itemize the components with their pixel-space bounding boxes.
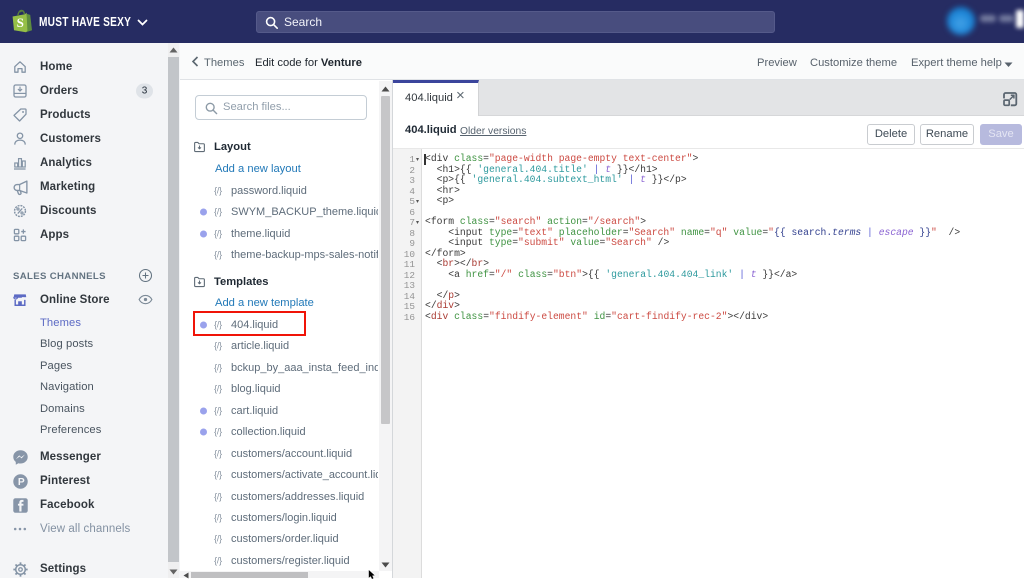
svg-text:S: S	[17, 15, 24, 30]
svg-text:P: P	[18, 477, 25, 488]
